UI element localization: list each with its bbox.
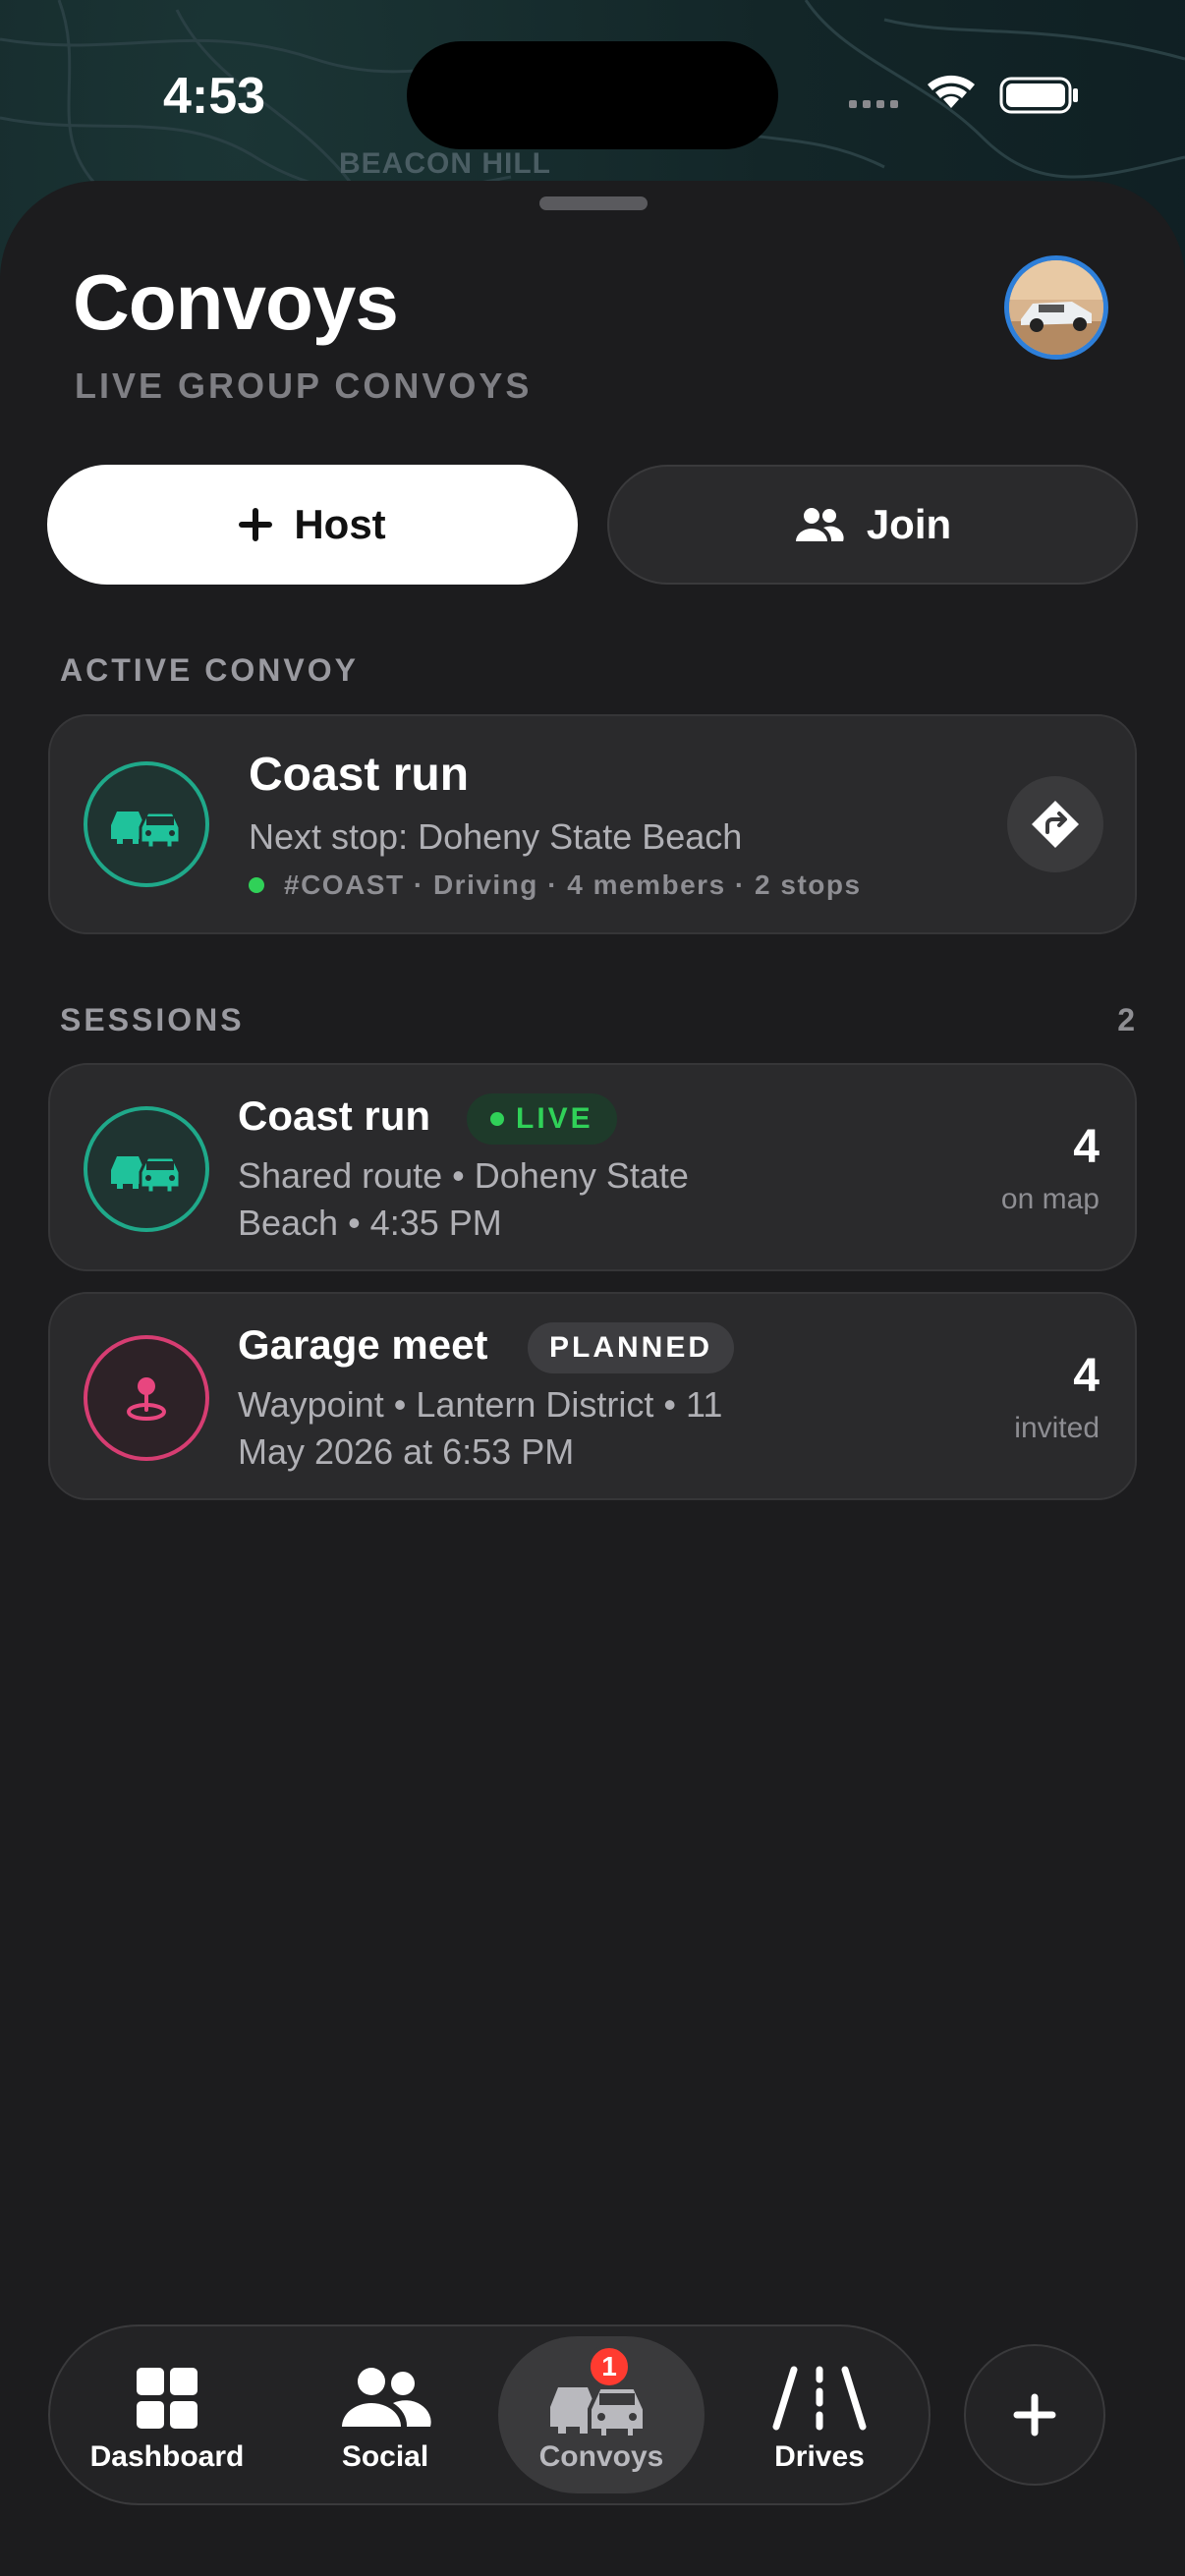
battery-icon: [999, 77, 1078, 114]
map-place-label: BEACON HILL: [339, 147, 551, 180]
session-line-1: Shared route • Doheny State: [238, 1155, 689, 1196]
sessions-count: 2: [1117, 1002, 1135, 1037]
session-title: Garage meet: [238, 1321, 488, 1368]
tab-drives[interactable]: Drives: [716, 2336, 923, 2493]
page-subtitle: LIVE GROUP CONVOYS: [75, 365, 533, 406]
session-stat-label: on map: [1000, 1183, 1100, 1215]
active-convoy-title: Coast run: [249, 749, 470, 801]
active-convoy-card[interactable]: Coast run Next stop: Doheny State Beach …: [48, 714, 1137, 934]
join-button-label: Join: [866, 501, 952, 547]
plus-icon: [239, 508, 273, 541]
directions-icon: [1032, 801, 1079, 848]
waypoint-pin-icon: [84, 1335, 209, 1461]
cars-icon: [84, 761, 209, 887]
active-convoy-next-stop: Next stop: Doheny State Beach: [249, 816, 743, 857]
status-badge-label: LIVE: [516, 1102, 593, 1135]
session-card-garage-meet[interactable]: Garage meet PLANNED Waypoint • Lantern D…: [48, 1292, 1137, 1500]
cars-icon: [84, 1106, 209, 1232]
notification-badge: 1: [587, 2344, 632, 2389]
wifi-icon: [928, 75, 975, 108]
navigate-button[interactable]: [1007, 776, 1103, 872]
tab-social[interactable]: Social: [282, 2336, 488, 2493]
add-button[interactable]: [964, 2344, 1105, 2486]
status-badge-live: LIVE: [467, 1093, 617, 1145]
sheet-grabber[interactable]: [539, 196, 648, 210]
session-line-1: Waypoint • Lantern District • 11: [238, 1384, 723, 1425]
dashboard-grid-icon: [137, 2368, 198, 2429]
status-time: 4:53: [163, 68, 266, 125]
session-line-2: Beach • 4:35 PM: [238, 1203, 502, 1243]
road-icon: [772, 2366, 867, 2431]
session-stat-label: invited: [1014, 1412, 1100, 1444]
tab-label: Convoys: [538, 2440, 664, 2473]
live-dot: [490, 1112, 504, 1126]
session-stat-value: 4: [1073, 1350, 1100, 1402]
session-card-coast-run[interactable]: Coast run LIVE Shared route • Doheny Sta…: [48, 1063, 1137, 1271]
status-badge-label: PLANNED: [549, 1331, 713, 1364]
host-button[interactable]: Host: [47, 465, 578, 585]
tab-label: Social: [341, 2440, 429, 2473]
page-title: Convoys: [73, 258, 399, 346]
live-dot: [249, 877, 264, 893]
sessions-section-label: SESSIONS: [60, 1002, 245, 1037]
host-button-label: Host: [294, 501, 386, 547]
tab-bar: Dashboard Social 1 Convoys Drives: [48, 2324, 931, 2505]
tab-dashboard[interactable]: Dashboard: [64, 2336, 270, 2493]
join-button[interactable]: Join: [607, 465, 1138, 585]
avatar[interactable]: [1004, 255, 1108, 360]
status-indicators: [849, 73, 1081, 116]
session-title: Coast run: [238, 1092, 431, 1139]
plus-icon: [1013, 2393, 1056, 2436]
tab-label: Dashboard: [89, 2440, 245, 2473]
tab-convoys[interactable]: 1 Convoys: [498, 2336, 705, 2493]
active-convoy-meta: #COAST · Driving · 4 members · 2 stops: [249, 869, 862, 901]
tab-label: Drives: [774, 2440, 865, 2473]
dynamic-island: [407, 41, 778, 149]
people-icon: [342, 2368, 431, 2427]
session-stat-value: 4: [1073, 1121, 1100, 1173]
active-convoy-meta-text: #COAST · Driving · 4 members · 2 stops: [284, 869, 862, 900]
people-icon: [795, 508, 844, 541]
status-badge-planned: PLANNED: [528, 1322, 735, 1373]
active-convoy-section-label: ACTIVE CONVOY: [60, 652, 359, 688]
session-line-2: May 2026 at 6:53 PM: [238, 1431, 575, 1472]
